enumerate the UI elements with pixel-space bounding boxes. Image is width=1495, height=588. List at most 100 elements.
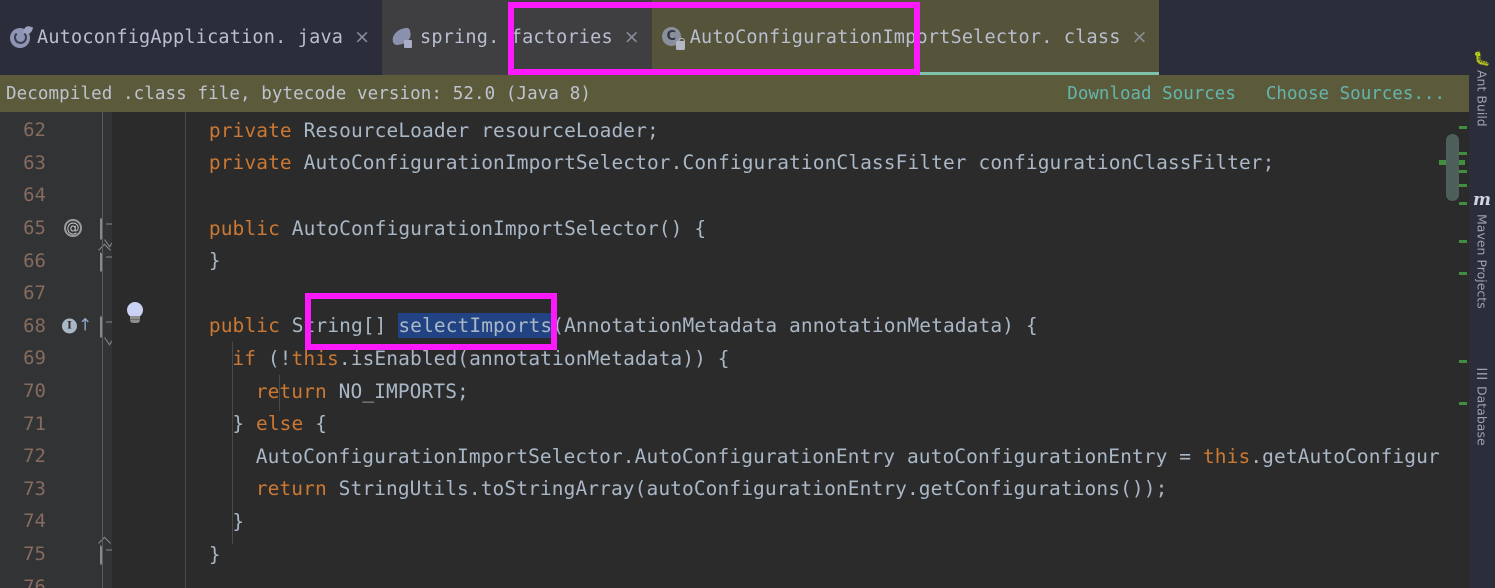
close-icon[interactable]: × [624, 28, 640, 47]
code-token: String[] [291, 314, 399, 338]
code-token: .isEnabled(annotationMetadata)) { [338, 346, 730, 370]
line-number: 63 [23, 151, 46, 174]
code-token: else [256, 412, 316, 436]
line-number: 67 [23, 282, 46, 305]
download-sources-link[interactable]: Download Sources [1067, 84, 1236, 104]
editor-gutter[interactable]: 62 63 64 65 @66 67 68 I ↑ 69 70 71 72 73 74 75 76 [0, 112, 112, 588]
code-line[interactable]: } else { [112, 407, 1439, 440]
gutter-icon-group [56, 375, 112, 408]
database-icon: ☰ [1475, 367, 1489, 383]
line-number: 66 [23, 249, 46, 272]
implements-method-icon[interactable]: I ↑ [62, 317, 92, 334]
code-line-text: if (!this.isEnabled(annotationMetadata))… [232, 347, 729, 370]
code-token: AutoConfigurationImportSelector.Configur… [303, 151, 1275, 175]
annotation-marker-icon[interactable]: @ [64, 219, 82, 238]
code-line[interactable]: public String[] selectImports(Annotation… [112, 310, 1439, 343]
editor-tab-autoconfigurationimportselector-class[interactable]: C AutoConfigurationImportSelector. class… [651, 0, 1160, 75]
gutter-icon-group: I ↑ [56, 310, 112, 343]
interface-badge-icon: I [62, 318, 77, 334]
code-token: private [208, 151, 304, 175]
gutter-icon-group [56, 277, 112, 310]
code-line-text: } else { [232, 412, 327, 435]
code-line[interactable]: private AutoConfigurationImportSelector.… [112, 147, 1439, 180]
code-line[interactable] [112, 277, 1439, 310]
code-token: NO_IMPORTS; [338, 379, 469, 403]
gutter-icon-group [56, 407, 112, 440]
gutter-icon-group [56, 505, 112, 538]
scrollbar-change-tick [1459, 402, 1467, 405]
code-token: this [291, 346, 339, 370]
code-line[interactable]: return NO_IMPORTS; [112, 375, 1439, 408]
code-line-text: private ResourceLoader resourceLoader; [209, 119, 659, 142]
selected-method-name[interactable]: selectImports [398, 313, 553, 339]
editor-tab-bar: AutoconfigApplication. java × spring. fa… [0, 0, 1469, 75]
gutter-row: 71 [0, 407, 112, 440]
gutter-icon-group: @ [56, 212, 112, 245]
scrollbar-thumb[interactable] [1446, 134, 1459, 201]
tool-button-label: Ant Build [1474, 70, 1490, 127]
ant-icon: 🐛 [1473, 51, 1491, 67]
indent-guide [279, 374, 281, 411]
code-line[interactable]: private ResourceLoader resourceLoader; [112, 114, 1439, 147]
tool-button-ant-build[interactable]: 🐛 Ant Build [1469, 52, 1495, 127]
code-token: public [208, 314, 292, 338]
gutter-row: 70 [0, 375, 112, 408]
gutter-icon-group [56, 342, 112, 375]
code-token: } [208, 542, 221, 566]
gutter-icon-group [56, 147, 112, 180]
code-line[interactable]: AutoConfigurationImportSelector.AutoConf… [112, 440, 1439, 473]
notification-message: Decompiled .class file, bytecode version… [6, 83, 591, 104]
editor-tab-autoconfig-application[interactable]: AutoconfigApplication. java × [0, 0, 383, 75]
editor-tab-spring-factories[interactable]: spring. factories × [382, 0, 652, 75]
code-line[interactable]: if (!this.isEnabled(annotationMetadata))… [112, 342, 1439, 375]
spring-boot-icon [10, 24, 34, 48]
java-class-locked-icon: C [661, 27, 685, 50]
code-line[interactable]: public AutoConfigurationImportSelector()… [112, 212, 1439, 245]
gutter-row: 68 I ↑ [0, 310, 112, 343]
scrollbar-change-tick [1459, 272, 1467, 275]
line-number: 70 [23, 380, 46, 403]
code-text-area[interactable]: private ResourceLoader resourceLoader; pr… [112, 112, 1439, 588]
code-editor[interactable]: 62 63 64 65 @66 67 68 I ↑ 69 70 71 72 73 74 75 76 privat… [0, 112, 1439, 588]
gutter-row: 75 [0, 538, 112, 571]
spring-leaf-icon [392, 28, 413, 48]
right-tool-window-bar: 🐛 Ant Build m Maven Projects ☰ Database [1469, 0, 1495, 588]
gutter-icon-group [56, 114, 112, 147]
code-line[interactable] [112, 179, 1439, 212]
indent-guide [185, 112, 187, 588]
choose-sources-link[interactable]: Choose Sources... [1266, 84, 1445, 104]
code-token: AutoConfigurationImportSelector() { [291, 216, 707, 240]
gutter-icon-group [56, 244, 112, 277]
code-line-text: return StringUtils.toStringArray(autoCon… [256, 477, 1168, 500]
line-number: 75 [23, 543, 46, 566]
gutter-row: 64 [0, 179, 112, 212]
line-number: 76 [23, 575, 46, 588]
code-line-text: } [209, 249, 221, 272]
close-icon[interactable]: × [354, 28, 370, 47]
tool-button-database[interactable]: ☰ Database [1469, 368, 1495, 446]
code-line-text: public AutoConfigurationImportSelector()… [209, 217, 706, 240]
code-line[interactable]: } [112, 505, 1439, 538]
gutter-icon-group [56, 538, 112, 571]
close-icon[interactable]: × [1132, 28, 1148, 47]
editor-tab-label: AutoConfigurationImportSelector. class [689, 27, 1121, 48]
code-line[interactable]: } [112, 244, 1439, 277]
editor-tab-label: AutoconfigApplication. java [37, 27, 344, 48]
tool-button-maven-projects[interactable]: m Maven Projects [1469, 190, 1495, 309]
indent-guide [232, 342, 234, 545]
scrollbar-change-tick [1459, 152, 1467, 155]
line-number: 69 [23, 347, 46, 370]
gutter-row: 74 [0, 505, 112, 538]
editor-scrollbar[interactable] [1439, 112, 1469, 588]
gutter-divider [102, 112, 103, 588]
code-line-text: AutoConfigurationImportSelector.AutoConf… [256, 445, 1439, 468]
code-line-text: } [232, 510, 244, 533]
code-token: return [255, 379, 339, 403]
gutter-icon-group [56, 473, 112, 506]
gutter-row: 76 [0, 570, 112, 588]
code-line[interactable]: return StringUtils.toStringArray(autoCon… [112, 473, 1439, 506]
code-line[interactable]: } [112, 538, 1439, 571]
code-token: if [232, 346, 268, 370]
code-line[interactable] [112, 570, 1439, 588]
gutter-row: 63 [0, 147, 112, 180]
